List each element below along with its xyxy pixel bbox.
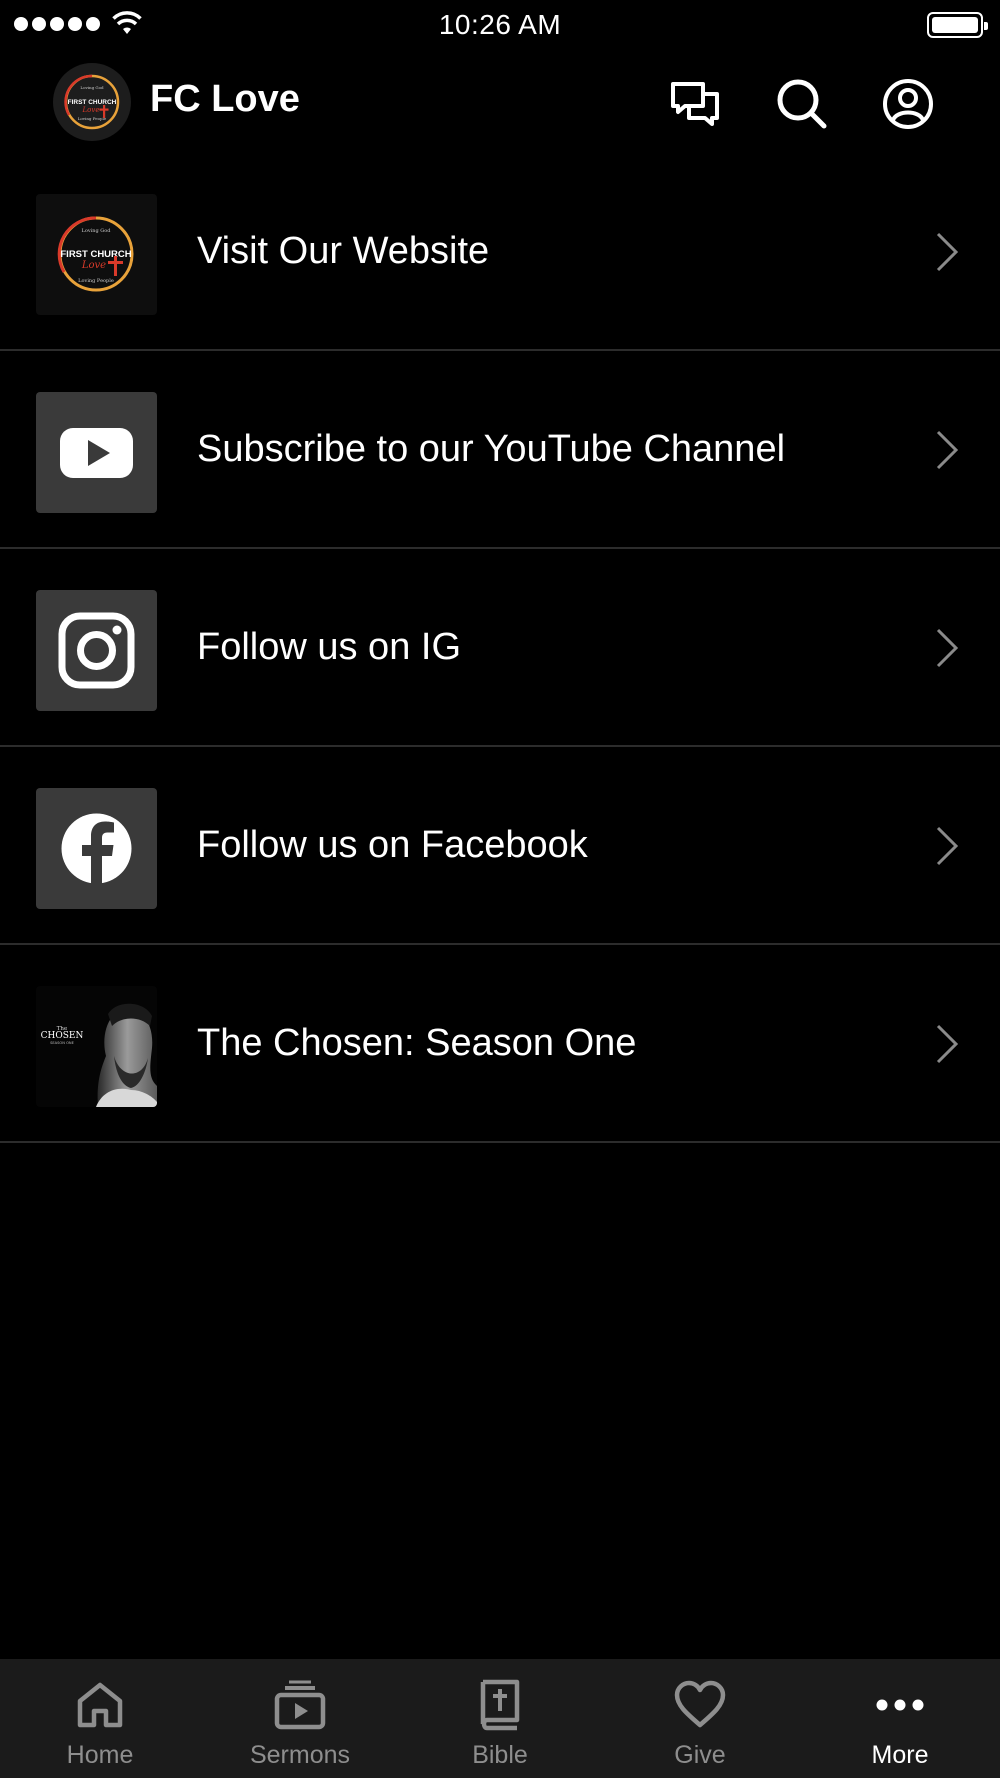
poster-season-text: SEASON ONE [50,1041,74,1045]
logo-bottom-text: Loving People [78,116,107,121]
logo-script-text: Love [82,106,100,114]
logo-main-text: FIRST CHURCH [68,99,117,106]
app-logo[interactable]: Loving God FIRST CHURCH Love Loving Peop… [53,63,131,141]
thumb-logo-top-text: Loving God [82,228,112,234]
status-bar: 10:26 AM [0,0,1000,50]
menu-item-label: Visit Our Website [197,230,490,272]
battery-icon [927,12,988,38]
thumb-logo-bottom-text: Loving People [78,278,114,284]
thumb-logo-main-text: FIRST CHURCH [60,249,131,260]
menu-item-website[interactable]: Loving God FIRST CHURCH Love Loving Peop… [0,153,1000,351]
facebook-icon [36,788,157,909]
profile-icon[interactable] [882,78,934,130]
heart-icon [674,1680,726,1728]
tab-label: More [871,1741,929,1769]
chevron-right-icon [936,430,959,470]
app-title: FC Love [150,78,300,120]
church-logo-thumbnail: Loving God FIRST CHURCH Love Loving Peop… [36,194,157,315]
tab-more[interactable]: More [800,1659,1000,1778]
menu-item-label: The Chosen: Season One [197,1022,637,1064]
thumb-logo-script-text: Love [81,260,106,271]
tab-label: Home [66,1741,134,1769]
instagram-icon [36,590,157,711]
tab-label: Sermons [249,1741,351,1769]
home-icon [77,1682,123,1728]
tab-sermons[interactable]: Sermons [200,1659,400,1778]
tab-bar: Home Sermons Bible Give More [0,1659,1000,1778]
status-time: 10:26 AM [438,9,562,40]
youtube-icon [36,392,157,513]
chevron-right-icon [936,826,959,866]
poster-title-text: CHOSEN [41,1031,84,1041]
tab-label: Bible [472,1741,528,1769]
bible-icon [480,1679,520,1731]
menu-item-the-chosen[interactable]: The CHOSEN SEASON ONE The Chosen: Season… [0,945,1000,1143]
more-dots-icon [876,1699,924,1711]
menu-list: Loving God FIRST CHURCH Love Loving Peop… [0,153,1000,1143]
tab-label: Give [674,1741,726,1769]
menu-item-label: Follow us on IG [197,626,461,668]
menu-item-label: Follow us on Facebook [197,824,588,866]
chevron-right-icon [936,628,959,668]
tab-give[interactable]: Give [600,1659,800,1778]
chevron-right-icon [936,1024,959,1064]
menu-item-instagram[interactable]: Follow us on IG [0,549,1000,747]
chat-icon[interactable] [669,78,721,130]
search-icon[interactable] [776,78,828,130]
app-header: Loving God FIRST CHURCH Love Loving Peop… [0,58,1000,148]
menu-item-label: Subscribe to our YouTube Channel [197,428,786,470]
menu-item-youtube[interactable]: Subscribe to our YouTube Channel [0,351,1000,549]
menu-item-facebook[interactable]: Follow us on Facebook [0,747,1000,945]
chosen-poster-thumbnail: The CHOSEN SEASON ONE [36,986,157,1107]
tab-home[interactable]: Home [0,1659,200,1778]
logo-top-text: Loving God [80,85,104,90]
chevron-right-icon [936,232,959,272]
tab-bible[interactable]: Bible [400,1659,600,1778]
sermons-icon [274,1680,326,1730]
